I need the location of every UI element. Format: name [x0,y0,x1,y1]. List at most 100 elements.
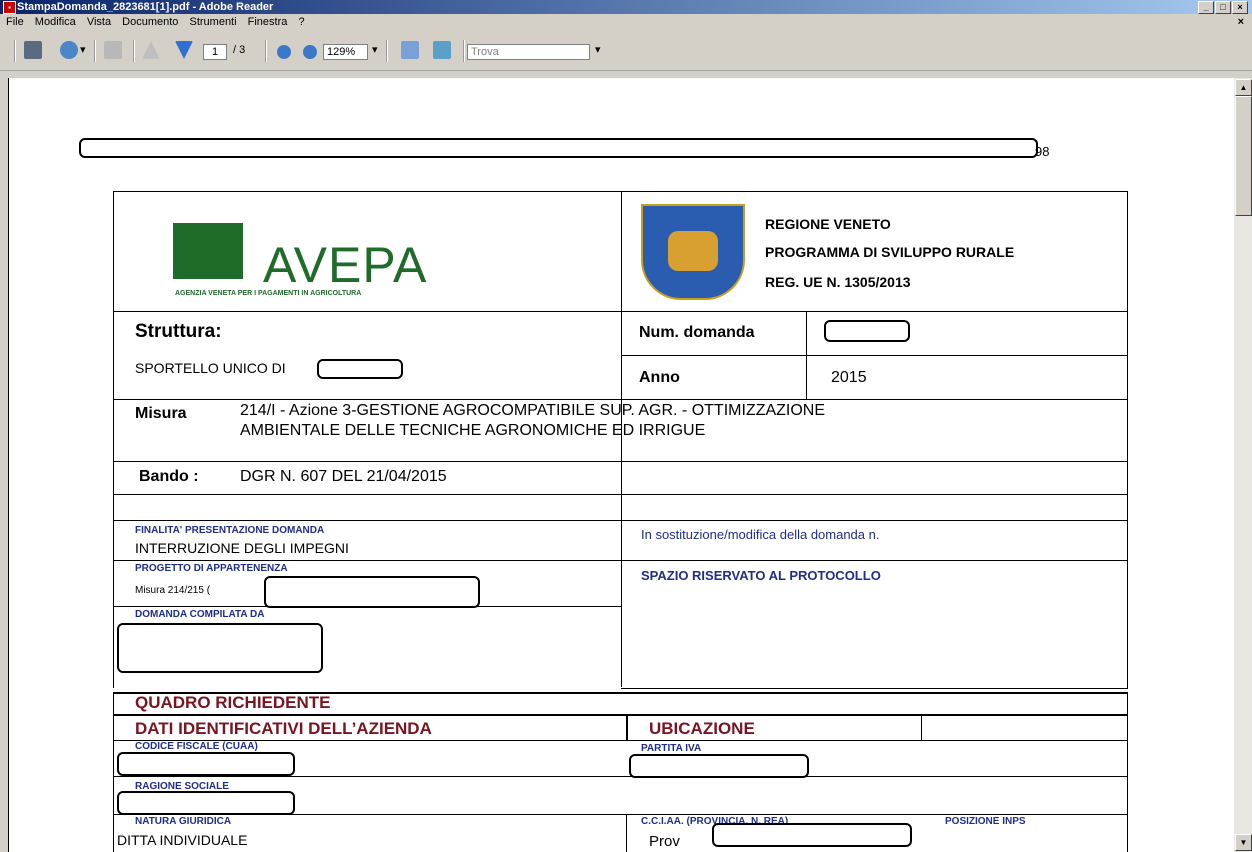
posizione-inps-label: POSIZIONE INPS [945,816,1026,827]
codice-fiscale-label: CODICE FISCALE (CUAA) [135,741,258,752]
table-divider [621,355,1127,356]
scroll-up-icon[interactable]: ▲ [1235,79,1252,96]
misura-text-1: 214/I - Azione 3-GESTIONE AGROCOMPATIBIL… [240,402,826,419]
find-dropdown-icon[interactable]: ▾ [595,43,601,63]
redaction-box [264,576,480,608]
avepa-logo-text: AVEPA [263,237,428,293]
zoom-out-icon[interactable] [277,45,291,59]
redaction-box [824,320,910,342]
toolbar: ▾ 1 / 3 129% ▾ Trova ▾ [0,30,1252,71]
bando-label: Bando : [139,468,199,485]
redaction-box [117,752,295,776]
partita-iva-label: PARTITA IVA [641,743,702,754]
table-divider [113,560,1127,561]
minimize-button[interactable]: _ [1198,1,1214,14]
bando-value: DGR N. 607 DEL 21/04/2015 [240,468,447,485]
redaction-box [117,623,323,673]
quadro-richiedente-title: QUADRO RICHIEDENTE [135,693,331,712]
fit-page-icon[interactable] [433,41,451,59]
anno-label: Anno [639,369,680,386]
compilata-label: DOMANDA COMPILATA DA [135,609,265,620]
region-line-3: REG. UE N. 1305/2013 [765,274,911,290]
redaction-box [117,791,295,815]
protocollo-label: SPAZIO RISERVATO AL PROTOCOLLO [641,568,881,583]
struttura-value: SPORTELLO UNICO DI [135,360,286,376]
window-controls: _ □ × [1198,1,1248,14]
table-divider [113,714,1127,716]
finalita-value: INTERRUZIONE DEGLI IMPEGNI [135,540,349,556]
dati-identificativi-title: DATI IDENTIFICATIVI DELL’AZIENDA [135,719,432,738]
table-divider [113,776,1127,777]
toolbar-separator [265,40,267,62]
table-divider [113,740,1127,741]
menu-documento[interactable]: Documento [122,16,178,28]
menu-vista[interactable]: Vista [87,16,111,28]
document-close-icon[interactable]: × [1238,14,1244,30]
zoom-input[interactable]: 129% [323,44,368,60]
misura-text-2: AMBIENTALE DELLE TECNICHE AGRONOMICHE ED… [240,422,706,439]
vertical-scrollbar[interactable]: ▲ ▼ [1234,78,1252,852]
num-domanda-label: Num. domanda [639,324,755,341]
fit-width-icon[interactable] [401,41,419,59]
page-number-input[interactable]: 1 [203,44,227,60]
table-divider [626,814,627,852]
redaction-box [712,823,912,847]
region-line-2: PROGRAMMA DI SVILUPPO RURALE [765,244,1015,260]
menu-file[interactable]: File [6,16,24,28]
redaction-box [629,754,809,778]
toolbar-separator [94,40,96,62]
title-bar: ▪ StampaDomanda_2823681[1].pdf - Adobe R… [0,0,1252,14]
toolbar-separator [133,40,135,62]
close-button[interactable]: × [1232,1,1248,14]
collaborate-dropdown-icon[interactable]: ▾ [80,43,86,63]
progetto-value: Misura 214/215 ( [135,585,211,596]
menu-help[interactable]: ? [298,16,304,28]
anno-value: 2015 [831,369,867,386]
scroll-down-icon[interactable]: ▼ [1235,834,1252,851]
table-divider [113,399,1127,400]
zoom-dropdown-icon[interactable]: ▾ [372,43,378,63]
pdf-app-icon: ▪ [3,1,16,14]
window-title: StampaDomanda_2823681[1].pdf - Adobe Rea… [17,1,274,13]
collaborate-icon[interactable] [60,41,78,59]
table-divider [113,461,1127,462]
toolbar-separator [463,40,465,62]
misura-label: Misura [135,405,187,422]
previous-page-icon[interactable] [142,41,160,59]
cciaa-value: Prov [649,833,680,850]
find-input[interactable]: Trova [467,44,590,60]
table-divider [921,715,922,741]
redaction-box [317,359,403,379]
toolbar-grip [14,40,16,62]
maximize-button[interactable]: □ [1215,1,1231,14]
natura-giuridica-value: DITTA INDIVIDUALE [117,832,248,848]
natura-giuridica-label: NATURA GIURIDICA [135,816,232,827]
zoom-in-icon[interactable] [303,45,317,59]
table-divider [806,311,807,399]
finalita-label: FINALITA' PRESENTAZIONE DOMANDA [135,525,325,536]
table-divider [113,494,1127,495]
region-line-1: REGIONE VENETO [765,216,891,232]
page-total: / 3 [233,44,246,56]
document-page: 98 AVEPA AGENZIA VENETA PER I PAGAMENTI … [8,78,1234,852]
table-divider [113,311,1127,312]
table-divider [113,520,1127,521]
sostituzione-label: In sostituzione/modifica della domanda n… [641,527,880,542]
scroll-thumb[interactable] [1235,96,1252,216]
table-divider [626,715,628,741]
redaction-box [79,138,1038,158]
menu-strumenti[interactable]: Strumenti [189,16,236,28]
struttura-label: Struttura: [135,321,222,342]
rotate-icon[interactable] [104,41,122,59]
progetto-label: PROGETTO DI APPARTENENZA [135,563,288,574]
toolbar-separator [386,40,388,62]
table-divider [113,814,1127,815]
menu-bar: File Modifica Vista Documento Strumenti … [0,14,1252,30]
header-suffix: 98 [1035,144,1050,159]
next-page-icon[interactable] [175,41,193,59]
print-icon[interactable] [24,41,42,59]
menu-modifica[interactable]: Modifica [35,16,76,28]
avepa-logo-mark [173,223,243,279]
avepa-subtitle: AGENZIA VENETA PER I PAGAMENTI IN AGRICO… [175,290,362,297]
menu-finestra[interactable]: Finestra [248,16,288,28]
